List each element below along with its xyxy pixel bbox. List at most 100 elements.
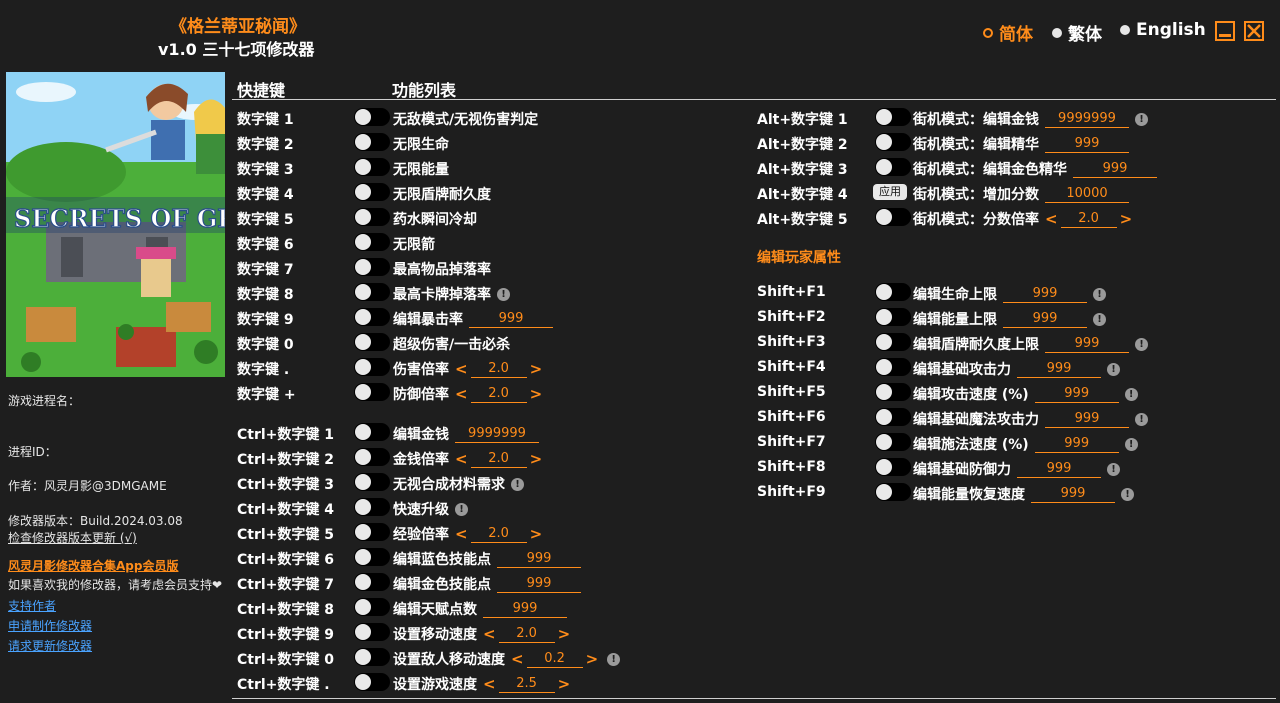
value-input[interactable]: 2.5	[498, 675, 555, 693]
toggle-switch[interactable]	[354, 598, 390, 616]
request-trainer-link[interactable]: 申请制作修改器	[8, 617, 92, 634]
toggle-switch[interactable]	[875, 383, 911, 401]
info-icon[interactable]: !	[455, 502, 468, 516]
info-icon[interactable]: !	[511, 477, 524, 491]
info-icon[interactable]: !	[1135, 337, 1148, 351]
increase-arrow[interactable]: >	[1120, 210, 1133, 228]
value-input[interactable]: 999	[483, 600, 567, 618]
info-icon[interactable]: !	[1121, 487, 1134, 501]
toggle-switch[interactable]	[354, 183, 390, 201]
value-input[interactable]: 999	[497, 550, 581, 568]
value-input[interactable]: 999	[1073, 160, 1157, 178]
toggle-switch[interactable]	[354, 308, 390, 326]
value-input[interactable]: 2.0	[470, 385, 527, 403]
info-icon[interactable]: !	[1124, 437, 1138, 451]
increase-arrow[interactable]: >	[586, 650, 599, 668]
info-icon[interactable]: !	[1093, 312, 1106, 326]
decrease-arrow[interactable]: <	[455, 385, 468, 403]
toggle-switch[interactable]	[875, 308, 911, 326]
value-input[interactable]: 999	[1031, 485, 1115, 503]
info-icon[interactable]: !	[497, 287, 510, 301]
toggle-switch[interactable]	[354, 498, 390, 516]
toggle-switch[interactable]	[354, 523, 390, 541]
value-input[interactable]: 2.0	[498, 625, 555, 643]
toggle-switch[interactable]	[354, 673, 390, 691]
toggle-switch[interactable]	[354, 573, 390, 591]
value-input[interactable]: 9999999	[1045, 110, 1129, 128]
app-promo-link[interactable]: 风灵月影修改器合集App会员版	[8, 557, 178, 574]
increase-arrow[interactable]: >	[530, 525, 543, 543]
toggle-switch[interactable]	[354, 623, 390, 641]
toggle-switch[interactable]	[354, 448, 390, 466]
decrease-arrow[interactable]: <	[511, 650, 524, 668]
toggle-switch[interactable]	[354, 383, 390, 401]
toggle-switch[interactable]	[354, 548, 390, 566]
toggle-switch[interactable]	[354, 258, 390, 276]
increase-arrow[interactable]: >	[558, 625, 571, 643]
value-input[interactable]: 999	[1045, 135, 1129, 153]
toggle-switch[interactable]	[354, 158, 390, 176]
decrease-arrow[interactable]: <	[455, 525, 468, 543]
toggle-switch[interactable]	[354, 358, 390, 376]
value-input[interactable]: 0.2	[526, 650, 583, 668]
value-input[interactable]: 999	[497, 575, 581, 593]
toggle-switch[interactable]	[354, 208, 390, 226]
value-input[interactable]: 999	[1045, 410, 1129, 428]
toggle-switch[interactable]	[354, 233, 390, 251]
toggle-switch[interactable]	[875, 458, 911, 476]
decrease-arrow[interactable]: <	[1045, 210, 1058, 228]
increase-arrow[interactable]: >	[558, 675, 571, 693]
value-input[interactable]: 999	[1045, 335, 1129, 353]
toggle-switch[interactable]	[875, 433, 911, 451]
toggle-switch[interactable]	[354, 108, 390, 126]
support-author-link[interactable]: 支持作者	[8, 597, 56, 614]
toggle-switch[interactable]	[875, 158, 911, 176]
info-icon[interactable]: !	[1124, 387, 1138, 401]
value-input[interactable]: 10000	[1045, 185, 1129, 203]
value-input[interactable]: 2.0	[470, 525, 527, 543]
toggle-switch[interactable]	[875, 108, 911, 126]
increase-arrow[interactable]: >	[530, 385, 543, 403]
lang-simplified-option[interactable]: 简体	[983, 20, 1033, 45]
value-input[interactable]: 999	[1003, 310, 1087, 328]
toggle-switch[interactable]	[875, 283, 911, 301]
info-icon[interactable]: !	[607, 652, 621, 666]
value-input[interactable]: 2.0	[470, 450, 527, 468]
toggle-switch[interactable]	[354, 473, 390, 491]
value-input[interactable]: 9999999	[455, 425, 539, 443]
apply-button[interactable]: 应用	[873, 184, 907, 200]
toggle-switch[interactable]	[875, 333, 911, 351]
toggle-switch[interactable]	[354, 333, 390, 351]
value-input[interactable]: 999	[1003, 285, 1087, 303]
request-update-link[interactable]: 请求更新修改器	[8, 637, 92, 654]
minimize-button[interactable]	[1215, 21, 1235, 41]
toggle-switch[interactable]	[354, 648, 390, 666]
check-update-link[interactable]: 检查修改器版本更新 (√)	[8, 529, 137, 546]
lang-english-option[interactable]: English	[1120, 20, 1206, 40]
toggle-switch[interactable]	[354, 283, 390, 301]
toggle-switch[interactable]	[875, 358, 911, 376]
toggle-switch[interactable]	[875, 483, 911, 501]
toggle-switch[interactable]	[875, 408, 911, 426]
decrease-arrow[interactable]: <	[483, 675, 496, 693]
value-input[interactable]: 999	[1017, 360, 1101, 378]
toggle-switch[interactable]	[354, 133, 390, 151]
info-icon[interactable]: !	[1093, 287, 1106, 301]
info-icon[interactable]: !	[1107, 462, 1120, 476]
increase-arrow[interactable]: >	[530, 360, 543, 378]
lang-traditional-option[interactable]: 繁体	[1052, 20, 1102, 45]
info-icon[interactable]: !	[1135, 412, 1148, 426]
info-icon[interactable]: !	[1135, 112, 1148, 126]
value-input[interactable]: 999	[1017, 460, 1101, 478]
value-input[interactable]: 2.0	[470, 360, 527, 378]
decrease-arrow[interactable]: <	[483, 625, 496, 643]
toggle-switch[interactable]	[354, 423, 390, 441]
decrease-arrow[interactable]: <	[455, 360, 468, 378]
value-input[interactable]: 999	[469, 310, 553, 328]
info-icon[interactable]: !	[1107, 362, 1120, 376]
toggle-switch[interactable]	[875, 208, 911, 226]
value-input[interactable]: 999	[1034, 435, 1119, 453]
decrease-arrow[interactable]: <	[455, 450, 468, 468]
value-input[interactable]: 999	[1034, 385, 1119, 403]
increase-arrow[interactable]: >	[530, 450, 543, 468]
